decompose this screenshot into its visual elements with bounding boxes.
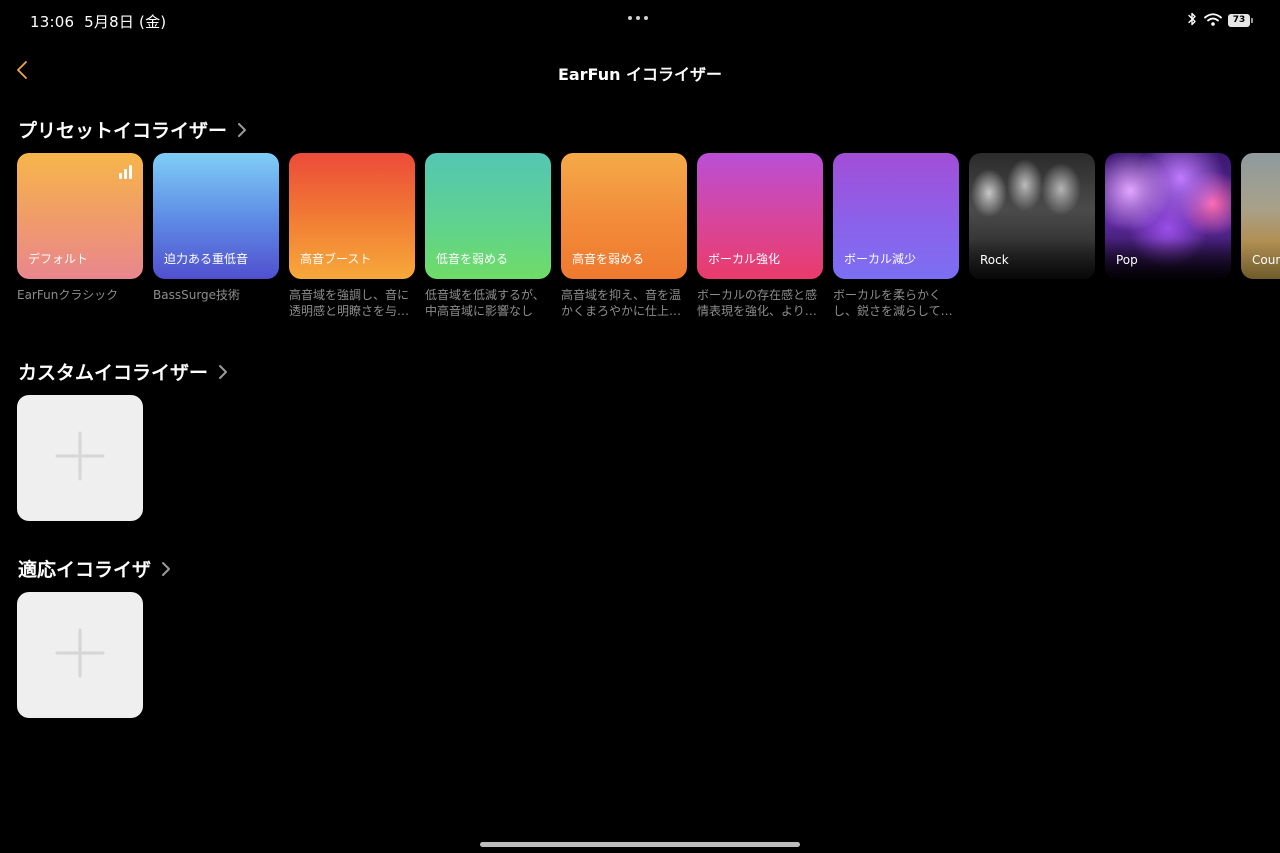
add-custom-eq-button[interactable] [17,395,143,521]
preset-description: BassSurge技術 [153,288,241,302]
equalizer-screen: 13:06 5月8日 (金) 73 EarFun イコライザー プリセットイコラ… [0,0,1280,853]
preset-description: ボーカルの存在感と感情表現を強化、より… [697,288,818,318]
preset-description: EarFunクラシック [17,288,119,302]
preset-item[interactable]: 低音を弱める低音域を低減するが、中高音域に影響なし [425,153,551,319]
preset-tile[interactable]: デフォルト [17,153,143,279]
preset-section-title: プリセットイコライザー [18,120,228,142]
preset-label: Rock [980,253,1009,267]
preset-label: 迫力ある重低音 [164,252,249,266]
adaptive-section-title: 適応イコライザ [18,559,152,581]
wifi-icon [1204,11,1222,30]
plus-icon [55,431,105,485]
preset-description: 高音域を強調し、音に透明感と明瞭さを与… [289,288,410,318]
preset-item[interactable]: Rock [969,153,1095,319]
preset-carousel[interactable]: デフォルト EarFunクラシック 迫力ある重低音 BassSurge技術 高音ブースト… [17,153,1280,323]
status-date: 5月8日 (金) [84,13,167,31]
preset-tile[interactable]: ボーカル減少 [833,153,959,279]
preset-tile[interactable]: 迫力ある重低音 [153,153,279,279]
bluetooth-icon [1186,11,1198,30]
adaptive-section-heading[interactable]: 適応イコライザ [18,555,173,582]
preset-track: デフォルト EarFunクラシック 迫力ある重低音 BassSurge技術 高音ブースト… [17,153,1280,319]
preset-item[interactable]: Pop [1105,153,1231,319]
preset-label: 高音を弱める [572,252,645,266]
preset-label: Pop [1116,253,1138,267]
status-bar: 13:06 5月8日 (金) 73 [0,0,1280,40]
custom-section-title: カスタムイコライザー [18,362,209,384]
preset-item[interactable]: ボーカル減少ボーカルを柔らかくし、鋭さを減らして… [833,153,959,319]
equalizer-bars-icon [119,165,132,179]
preset-item[interactable]: ボーカル強化ボーカルの存在感と感情表現を強化、より… [697,153,823,319]
status-icons: 73 [1186,11,1253,30]
status-clock: 13:06 [30,13,75,31]
preset-label: デフォルト [28,252,89,266]
preset-label: 低音を弱める [436,252,509,266]
custom-section-heading[interactable]: カスタムイコライザー [18,358,230,385]
chevron-right-icon [216,362,230,382]
page-title: EarFun イコライザー [557,65,723,84]
chevron-right-icon [159,559,173,579]
status-time: 13:06 5月8日 (金) [30,11,166,32]
battery-icon: 73 [1228,14,1253,27]
preset-description: 低音域を低減するが、中高音域に影響なし [425,288,545,318]
preset-item[interactable]: 高音を弱める高音域を抑え、音を温かくまろやかに仕上… [561,153,687,319]
chevron-right-icon [235,120,249,140]
plus-icon [55,628,105,682]
preset-tile[interactable]: ボーカル強化 [697,153,823,279]
preset-description: 高音域を抑え、音を温かくまろやかに仕上… [561,288,682,318]
multitasking-dots-icon[interactable] [628,16,648,20]
preset-tile[interactable]: Coun [1241,153,1280,279]
preset-label: ボーカル減少 [844,252,917,266]
preset-label: 高音ブースト [300,252,372,266]
preset-tile[interactable]: 高音を弱める [561,153,687,279]
preset-section-heading[interactable]: プリセットイコライザー [18,116,249,143]
preset-label: Coun [1252,253,1280,267]
preset-tile[interactable]: 低音を弱める [425,153,551,279]
preset-item[interactable]: 迫力ある重低音 BassSurge技術 [153,153,279,319]
preset-tile[interactable]: 高音ブースト [289,153,415,279]
preset-item[interactable]: デフォルト EarFunクラシック [17,153,143,319]
preset-item[interactable]: 高音ブースト高音域を強調し、音に透明感と明瞭さを与… [289,153,415,319]
preset-description: ボーカルを柔らかくし、鋭さを減らして… [833,288,953,318]
add-adaptive-eq-button[interactable] [17,592,143,718]
preset-tile[interactable]: Pop [1105,153,1231,279]
preset-tile[interactable]: Rock [969,153,1095,279]
home-indicator[interactable] [480,842,800,847]
preset-label: ボーカル強化 [708,252,781,266]
preset-item[interactable]: Coun [1241,153,1280,319]
